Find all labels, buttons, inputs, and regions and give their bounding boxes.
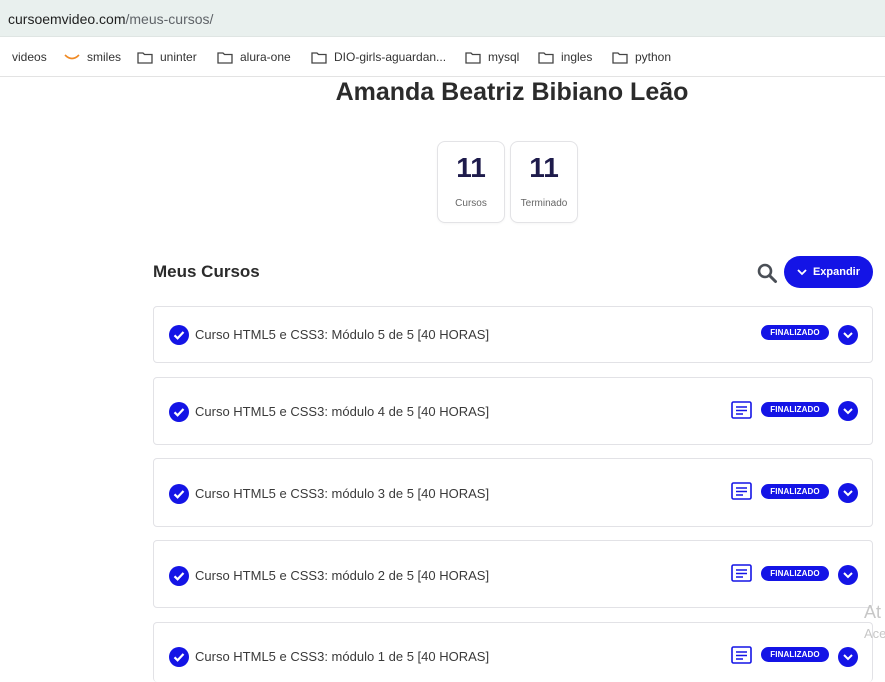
status-badge: FINALIZADO [761,325,829,340]
status-badge: FINALIZADO [761,647,829,662]
status-badge: FINALIZADO [761,484,829,499]
course-title[interactable]: Curso HTML5 e CSS3: módulo 4 de 5 [40 HO… [195,404,489,419]
stat-label: Terminado [520,198,568,209]
bookmark-label: DIO-girls-aguardan... [334,50,447,64]
bookmark-label: mysql [488,50,520,64]
chevron-down-icon[interactable] [838,647,858,667]
certificate-icon[interactable] [731,482,752,500]
certificate-icon[interactable] [731,401,752,419]
stat-value: 11 [456,152,486,183]
course-card[interactable]: Curso HTML5 e CSS3: Módulo 5 de 5 [40 HO… [153,306,873,363]
status-badge: FINALIZADO [761,402,829,417]
section-title: Meus Cursos [153,262,260,281]
course-title[interactable]: Curso HTML5 e CSS3: módulo 1 de 5 [40 HO… [195,649,489,664]
course-title[interactable]: Curso HTML5 e CSS3: módulo 2 de 5 [40 HO… [195,568,489,583]
bookmark-label: uninter [160,50,197,64]
bookmark-mysql[interactable]: mysql [465,49,519,65]
bookmark-videos[interactable]: videos [0,49,47,65]
watermark-line: At [864,602,882,622]
bookmarks-bar: videos smiles uninter alura-one DIO-girl… [0,37,885,77]
chevron-down-icon[interactable] [838,325,858,345]
stat-finished: 11 Terminado [510,141,578,223]
bookmark-python[interactable]: python [612,49,671,65]
address-bar[interactable]: cursoemvideo.com/meus-cursos/ [0,0,885,37]
bookmark-label: videos [12,50,47,64]
folder-icon [465,51,481,64]
stat-courses: 11 Cursos [437,141,505,223]
url-host: cursoemvideo.com [8,11,126,27]
course-card[interactable]: Curso HTML5 e CSS3: módulo 2 de 5 [40 HO… [153,540,873,608]
bookmark-ingles[interactable]: ingles [538,49,592,65]
certificate-icon[interactable] [731,646,752,664]
chevron-down-icon[interactable] [838,565,858,585]
url-text[interactable]: cursoemvideo.com/meus-cursos/ [8,11,213,27]
course-card[interactable]: Curso HTML5 e CSS3: módulo 3 de 5 [40 HO… [153,458,873,527]
search-icon [757,263,777,283]
search-button[interactable] [756,262,778,284]
stat-value: 11 [529,152,559,183]
watermark-line: Ace [864,626,885,641]
chevron-down-icon[interactable] [838,483,858,503]
bookmark-label: smiles [87,50,122,64]
bookmark-label: ingles [561,50,593,64]
check-circle-icon [169,647,189,667]
chevron-down-icon [797,268,807,275]
profile-name: Amanda Beatriz Bibiano Leão [335,78,689,106]
url-path: /meus-cursos/ [125,11,214,27]
smile-icon [64,54,80,60]
bookmark-label: alura-one [240,50,291,64]
folder-icon [137,51,153,64]
course-card[interactable]: Curso HTML5 e CSS3: módulo 4 de 5 [40 HO… [153,377,873,445]
folder-icon [217,51,233,64]
check-circle-icon [169,484,189,504]
folder-icon [612,51,628,64]
bookmark-dio-girls[interactable]: DIO-girls-aguardan... [311,49,446,65]
bookmark-smiles[interactable]: smiles [64,49,121,65]
certificate-icon[interactable] [731,564,752,582]
bookmark-label: python [635,50,672,64]
course-title[interactable]: Curso HTML5 e CSS3: módulo 3 de 5 [40 HO… [195,486,489,501]
folder-icon [311,51,327,64]
expand-button[interactable]: Expandir [784,256,873,288]
folder-icon [538,51,554,64]
status-badge: FINALIZADO [761,566,829,581]
course-title[interactable]: Curso HTML5 e CSS3: Módulo 5 de 5 [40 HO… [195,327,489,342]
bookmark-alura-one[interactable]: alura-one [217,49,291,65]
chevron-down-icon[interactable] [838,401,858,421]
check-circle-icon [169,402,189,422]
check-circle-icon [169,566,189,586]
course-card[interactable]: Curso HTML5 e CSS3: módulo 1 de 5 [40 HO… [153,622,873,682]
bookmark-uninter[interactable]: uninter [137,49,197,65]
expand-label: Expandir [812,266,861,278]
stat-label: Cursos [455,198,487,209]
check-circle-icon [169,325,189,345]
